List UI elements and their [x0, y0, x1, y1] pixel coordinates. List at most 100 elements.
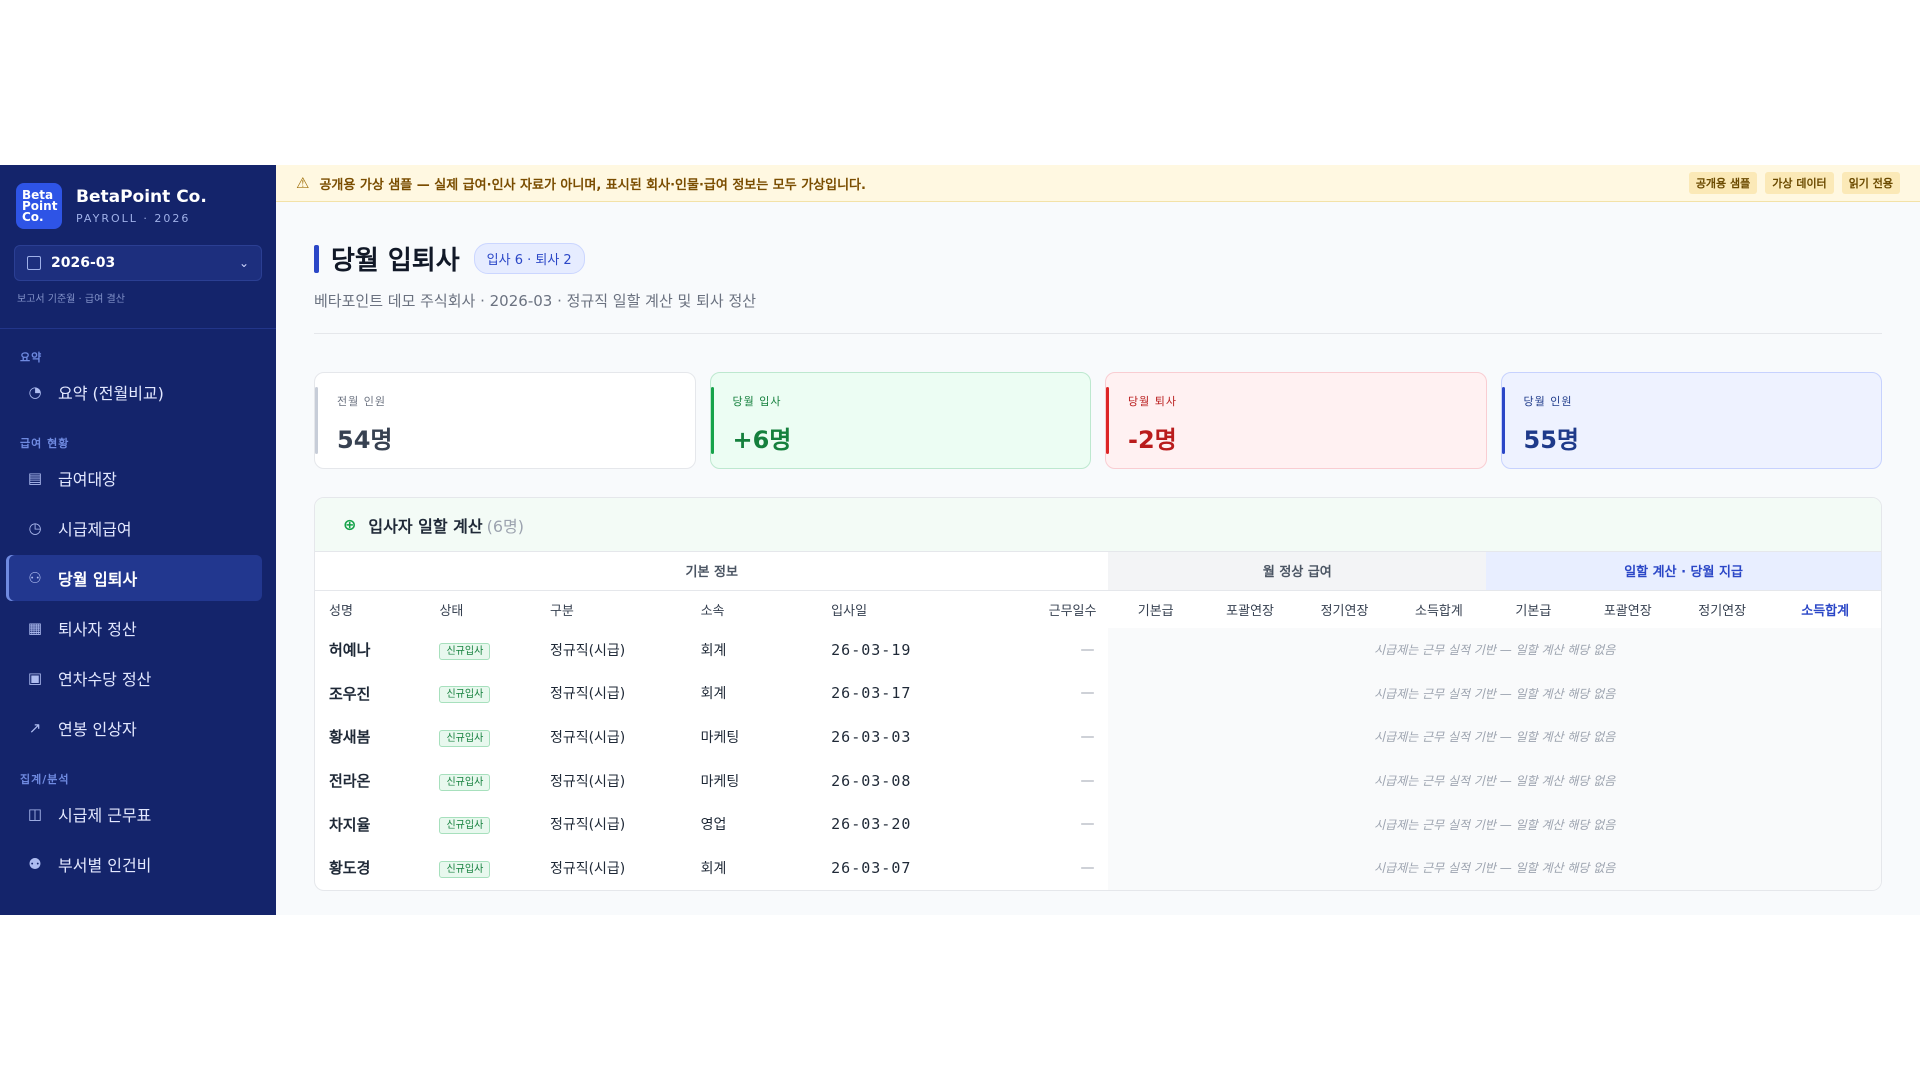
- sidebar-item[interactable]: ⚉ 부서별 인건비: [6, 841, 262, 887]
- cell-name: 허예나: [329, 641, 371, 660]
- cell-proration-note: 시급제는 근무 실적 기반 — 일할 계산 해당 없음: [1108, 758, 1881, 803]
- status-badge: 신규입사: [439, 773, 491, 791]
- period-selector[interactable]: 2026-03 ⌄: [14, 245, 262, 281]
- page-title: 당월 입퇴사: [331, 246, 460, 276]
- col-header[interactable]: 입사일: [817, 590, 968, 628]
- sidebar-item[interactable]: ◔ 요약 (전월비교): [6, 369, 262, 415]
- product-name: PAYROLL · 2026: [76, 212, 191, 225]
- sidebar-item-label: 연봉 인상자: [58, 720, 137, 739]
- app: Beta Point Co. BetaPoint Co. PAYROLL · 2…: [0, 165, 1920, 915]
- col-header[interactable]: 근무일수: [968, 590, 1109, 628]
- cell-proration-note: 시급제는 근무 실적 기반 — 일할 계산 해당 없음: [1108, 628, 1881, 672]
- calculator-icon: ▦: [27, 619, 43, 637]
- divider: [314, 333, 1882, 334]
- cell-proration-note: 시급제는 근무 실적 기반 — 일할 계산 해당 없음: [1108, 671, 1881, 716]
- sidebar-item[interactable]: ▤ 급여대장: [6, 455, 262, 501]
- table-row[interactable]: 황새봄 신규입사 정규직(시급) 마케팅 26-03-03 — 시급제는 근무 실적 기반 …: [315, 715, 1881, 759]
- brand: Beta Point Co. BetaPoint Co. PAYROLL · 2…: [0, 165, 276, 233]
- sidebar-item-label: 급여대장: [58, 470, 117, 489]
- col-header[interactable]: 소득합계: [1769, 590, 1881, 628]
- pie-chart-icon: ◔: [28, 383, 42, 401]
- sidebar-item[interactable]: ◫ 시급제 근무표: [6, 791, 262, 837]
- cell-work-days: —: [1080, 685, 1095, 702]
- col-header[interactable]: 정기연장: [1675, 590, 1769, 628]
- stat-value: 55명: [1523, 426, 1579, 454]
- cell-dept: 회계: [700, 860, 727, 877]
- sidebar-item[interactable]: ▦ 퇴사자 정산: [6, 605, 262, 651]
- sidebar-item-label: 당월 입퇴사: [58, 570, 138, 589]
- sidebar-item-label: 퇴사자 정산: [58, 620, 137, 639]
- table-body: 허예나 신규입사 정규직(시급) 회계 26-03-19— 시급제는 근무 실적 기반 —…: [315, 628, 1881, 890]
- col-header[interactable]: 기본급: [1486, 590, 1580, 628]
- sidebar-item[interactable]: ⚇ 당월 입퇴사: [6, 555, 262, 601]
- col-header[interactable]: 포괄연장: [1203, 590, 1297, 628]
- users-icon: ⚉: [28, 855, 42, 873]
- calendar-icon: ▣: [27, 669, 43, 687]
- company-logo: Beta Point Co.: [16, 183, 62, 229]
- banner-chip: 가상 데이터: [1765, 172, 1834, 194]
- cell-hire-date: 26-03-07: [831, 858, 912, 877]
- title-accent: [314, 244, 319, 273]
- banner-message: 공개용 가상 샘플 — 실제 급여·인사 자료가 아니며, 표시된 회사·인물·…: [319, 177, 866, 193]
- col-header[interactable]: 구분: [536, 590, 687, 628]
- cell-name: 황도경: [329, 859, 371, 878]
- chevron-down-icon: ⌄: [238, 256, 249, 270]
- col-header[interactable]: 성명: [315, 590, 425, 628]
- stat-value: -2명: [1128, 426, 1177, 454]
- sidebar-item-label: 연차수당 정산: [58, 670, 152, 689]
- cell-status: 신규입사: [425, 715, 535, 759]
- cell-dept: 회계: [700, 686, 727, 703]
- table-row[interactable]: 차지율 신규입사 정규직(시급) 영업 26-03-20 — 시급제는 근무 실적 기반 —…: [315, 802, 1881, 846]
- cell-type: 정규직(시급): [549, 729, 626, 746]
- cell-work-days: —: [1080, 728, 1095, 745]
- document-icon: ▤: [27, 469, 43, 487]
- banner-chip: 공개용 샘플: [1688, 172, 1758, 194]
- banner-chip: 읽기 전용: [1841, 172, 1900, 194]
- trend-up-icon: ↗: [28, 719, 42, 737]
- col-header[interactable]: 소속: [687, 590, 818, 628]
- col-header[interactable]: 소득합계: [1392, 590, 1486, 628]
- cell-status: 신규입사: [425, 759, 535, 803]
- table-row[interactable]: 허예나 신규입사 정규직(시급) 회계 26-03-19 — 시급제는 근무 실적 기반 —…: [315, 628, 1881, 672]
- stat-card-prev-headcount: 전월 인원 54명: [314, 372, 696, 469]
- col-header[interactable]: 포괄연장: [1581, 590, 1675, 628]
- stat-label: 당월 입사: [732, 395, 782, 408]
- cell-type: 정규직(시급): [549, 860, 626, 877]
- cell-status: 신규입사: [425, 802, 535, 846]
- status-badge: 신규입사: [439, 860, 491, 878]
- cell-proration-note: 시급제는 근무 실적 기반 — 일할 계산 해당 없음: [1108, 845, 1881, 890]
- main-content: ⚠ 공개용 가상 샘플 — 실제 급여·인사 자료가 아니며, 표시된 회사·인…: [276, 165, 1920, 915]
- page-header: 당월 입퇴사 입사 6 · 퇴사 2: [314, 240, 1882, 277]
- cell-proration-note: 시급제는 근무 실적 기반 — 일할 계산 해당 없음: [1108, 802, 1881, 846]
- status-badge: 신규입사: [439, 642, 491, 660]
- cell-name: 황새봄: [329, 728, 371, 747]
- table-row[interactable]: 조우진 신규입사 정규직(시급) 회계 26-03-17 — 시급제는 근무 실적 기반 —…: [315, 671, 1881, 716]
- cell-dept: 마케팅: [700, 773, 740, 790]
- proration-table: 기본 정보 월 정상 급여 일할 계산 · 당월 지급 성명 상태 구분 소속 …: [315, 552, 1881, 890]
- user-icon: ⚇: [28, 569, 42, 587]
- stat-label: 당월 인원: [1523, 395, 1573, 408]
- group-header-row: 기본 정보 월 정상 급여 일할 계산 · 당월 지급: [315, 552, 1881, 591]
- cell-work-days: —: [1080, 641, 1095, 658]
- cell-proration-note: 시급제는 근무 실적 기반 — 일할 계산 해당 없음: [1108, 715, 1881, 759]
- col-header[interactable]: 기본급: [1108, 590, 1202, 628]
- sidebar-item[interactable]: ▣ 연차수당 정산: [6, 655, 262, 701]
- period-value: 2026-03: [51, 255, 116, 271]
- col-header[interactable]: 정기연장: [1297, 590, 1391, 628]
- sidebar-item[interactable]: ◷ 시급제급여: [6, 505, 262, 551]
- group-prorated-pay: 일할 계산 · 당월 지급: [1486, 552, 1881, 591]
- period-hint: 보고서 기준월 · 급여 결산: [17, 294, 125, 305]
- table-row[interactable]: 전라온 신규입사 정규직(시급) 마케팅 26-03-08 — 시급제는 근무 실적 기반 …: [315, 758, 1881, 803]
- sidebar-item[interactable]: ↗ 연봉 인상자: [6, 705, 262, 751]
- cell-work-days: —: [1080, 859, 1095, 876]
- table-row[interactable]: 황도경 신규입사 정규직(시급) 회계 26-03-07 — 시급제는 근무 실적 기반 —…: [315, 845, 1881, 890]
- panel-header: ⊕ 입사자 일할 계산 (6명): [315, 498, 1881, 552]
- stat-card-hires: 당월 입사 +6명: [709, 372, 1091, 469]
- group-monthly-pay: 월 정상 급여: [1108, 552, 1487, 591]
- sidebar: Beta Point Co. BetaPoint Co. PAYROLL · 2…: [0, 165, 276, 915]
- sidebar-section-label: 집계/분석: [20, 773, 70, 786]
- cell-type: 정규직(시급): [549, 642, 626, 659]
- calendar-icon: [27, 256, 41, 270]
- col-header[interactable]: 상태: [425, 590, 535, 628]
- cell-hire-date: 26-03-20: [831, 815, 912, 834]
